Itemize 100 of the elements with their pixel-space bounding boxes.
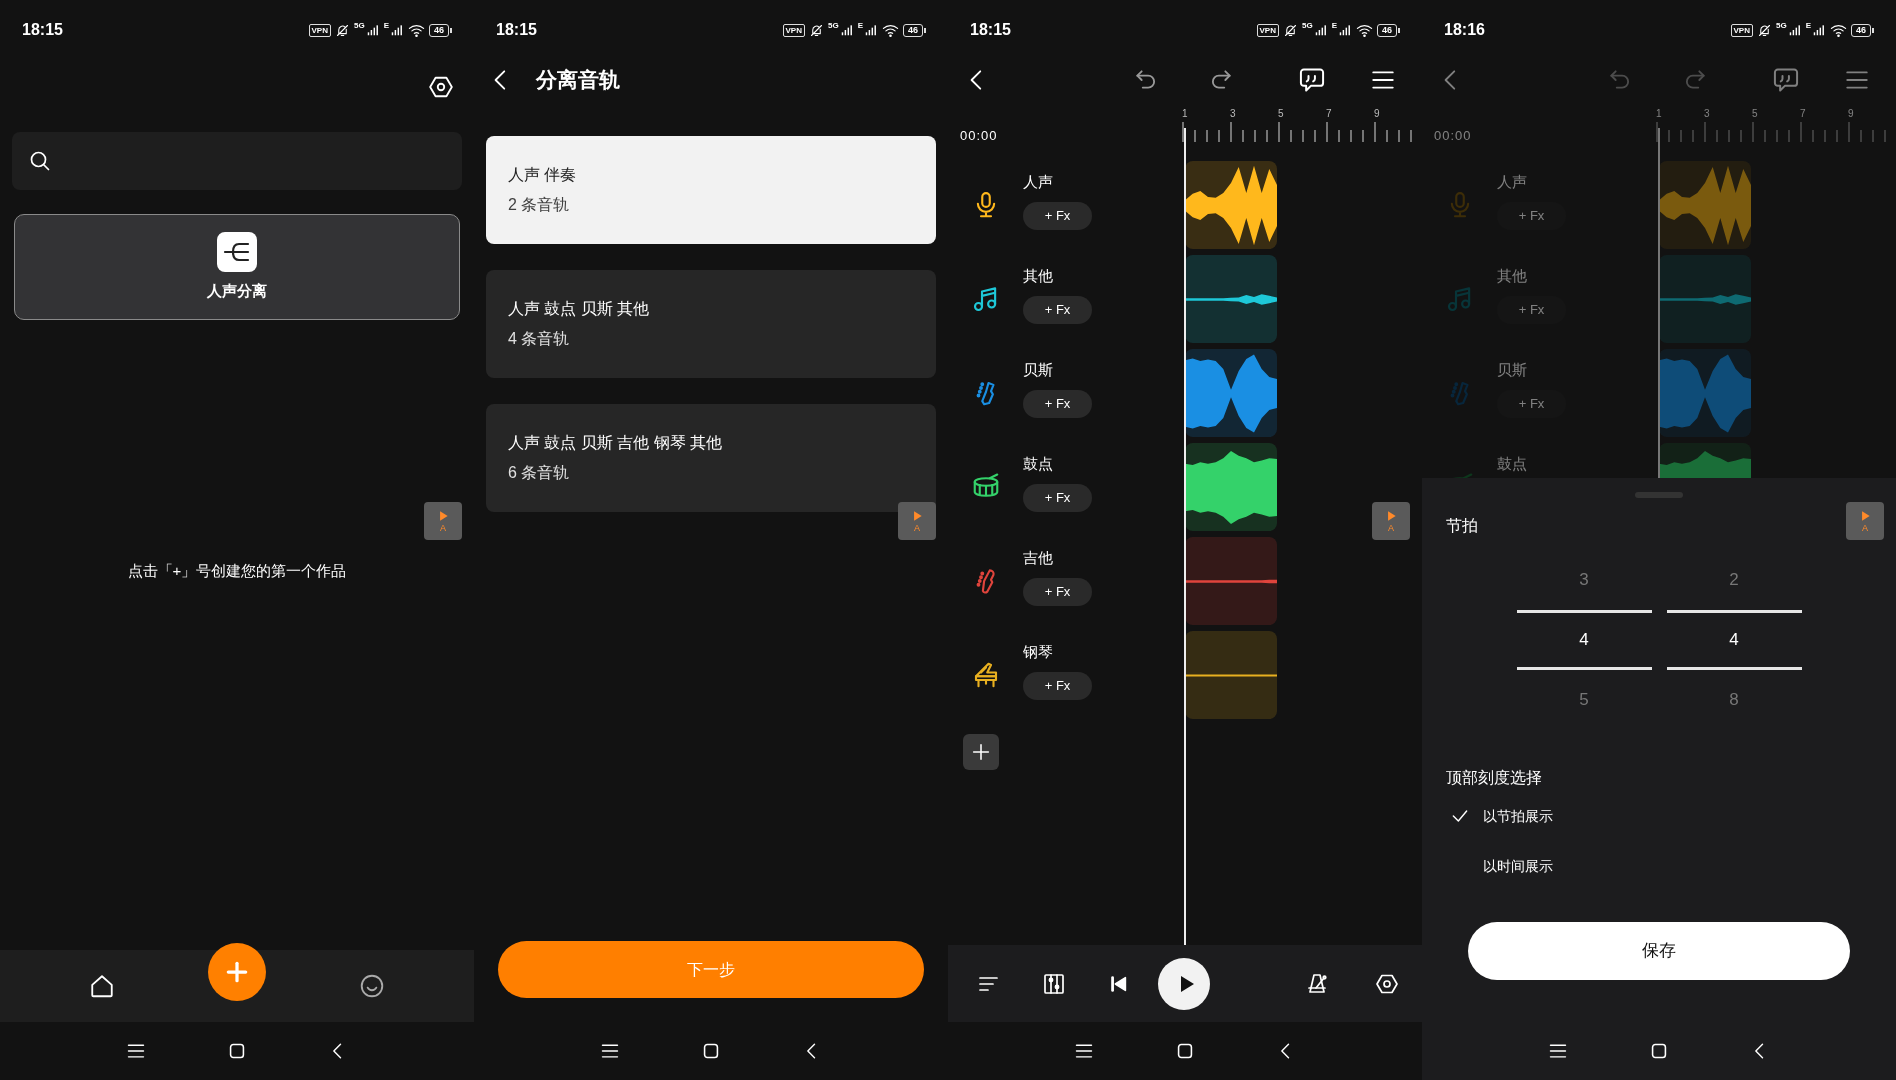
- vpn-indicator: VPN: [1730, 23, 1753, 37]
- widget-label: A: [914, 523, 920, 533]
- bell-off-icon: [1756, 22, 1772, 38]
- option-title: 人声 鼓点 贝斯 其他: [508, 299, 651, 319]
- save-button[interactable]: 保存: [1468, 922, 1850, 980]
- track-name: 贝斯: [1497, 360, 1528, 380]
- track-option-card[interactable]: 人声 鼓点 贝斯 吉他 钢琴 其他 6 条音轨: [486, 404, 936, 512]
- network-type: E: [1805, 19, 1811, 32]
- scale-option[interactable]: 以时间展示: [1422, 842, 1559, 890]
- add-button[interactable]: [208, 943, 266, 1001]
- signal-icon: [1338, 23, 1352, 37]
- widget-label: A: [1862, 523, 1868, 533]
- ruler-label: 7: [1326, 108, 1333, 120]
- smile-icon[interactable]: [359, 973, 385, 999]
- ruler-label: 7: [1800, 108, 1807, 120]
- picker-option[interactable]: 4: [1666, 610, 1802, 670]
- search-field[interactable]: [12, 132, 462, 190]
- menu-icon[interactable]: [126, 1041, 146, 1061]
- status-time: 18:15: [22, 20, 63, 40]
- tool-card[interactable]: 人声分离: [14, 214, 460, 320]
- add-fx-button[interactable]: + Fx: [1023, 484, 1092, 512]
- signal-icon: [1313, 23, 1328, 37]
- comment-icon[interactable]: [1298, 66, 1326, 94]
- menu-icon[interactable]: [600, 1041, 620, 1061]
- ruler-label: 5: [1752, 108, 1759, 120]
- scale-option[interactable]: 以节拍展示: [1422, 792, 1559, 840]
- plus-icon: [224, 959, 250, 985]
- signal-icon: [864, 23, 878, 37]
- widget-label: A: [440, 523, 446, 533]
- network-type: E: [383, 19, 389, 32]
- track-name: 人声: [1497, 172, 1528, 192]
- add-fx-button[interactable]: + Fx: [1023, 296, 1092, 324]
- network-type: 5G: [1301, 19, 1313, 32]
- status-time: 18:15: [496, 20, 537, 40]
- bell-off-icon: [808, 22, 824, 38]
- status-time: 18:16: [1444, 20, 1485, 40]
- picker-option[interactable]: 4: [1516, 610, 1652, 670]
- picker-option[interactable]: 3: [1516, 550, 1652, 610]
- track-option-card[interactable]: 人声 伴奏 2 条音轨: [486, 136, 936, 244]
- add-fx-button[interactable]: + Fx: [1023, 390, 1092, 418]
- network-type: 5G: [353, 19, 365, 32]
- battery-indicator: 46: [429, 23, 449, 37]
- mixer-icon[interactable]: [1041, 971, 1066, 996]
- search-icon: [28, 149, 52, 173]
- ruler-label: 9: [1374, 108, 1381, 120]
- ruler-label: 3: [1704, 108, 1711, 120]
- vpn-indicator: VPN: [1256, 23, 1279, 37]
- add-track-button[interactable]: [963, 734, 999, 770]
- bell-off-icon: [1282, 22, 1298, 38]
- track-name: 贝斯: [1023, 360, 1054, 380]
- plus-icon: [970, 741, 992, 763]
- ruler-label: 1: [1182, 108, 1189, 120]
- tool-label: 人声分离: [207, 280, 267, 301]
- network-type: E: [1331, 19, 1337, 32]
- signal-icon: [390, 23, 404, 37]
- signal-icon: [1787, 23, 1802, 37]
- track-name: 钢琴: [1023, 642, 1054, 662]
- section-title: 顶部刻度选择: [1446, 768, 1542, 788]
- page-title: 分离音轨: [536, 67, 620, 94]
- signal-icon: [839, 23, 854, 37]
- battery-indicator: 46: [1377, 23, 1397, 37]
- ruler-label: 5: [1278, 108, 1285, 120]
- option-title: 人声 鼓点 贝斯 吉他 钢琴 其他: [508, 433, 724, 453]
- playback-time: 00:00: [1433, 127, 1473, 145]
- picker-option[interactable]: 8: [1666, 670, 1802, 730]
- network-type: E: [857, 19, 863, 32]
- track-option-card[interactable]: 人声 鼓点 贝斯 其他 4 条音轨: [486, 270, 936, 378]
- ruler-label: 1: [1656, 108, 1663, 120]
- option-title: 人声 伴奏: [508, 165, 578, 185]
- bell-off-icon: [334, 22, 350, 38]
- picker-option[interactable]: 5: [1516, 670, 1652, 730]
- home-icon[interactable]: [89, 973, 115, 999]
- ruler-label: 3: [1230, 108, 1237, 120]
- vpn-indicator: VPN: [308, 23, 331, 37]
- widget-label: A: [1388, 523, 1394, 533]
- playback-time: 00:00: [959, 127, 999, 145]
- ruler-label: 9: [1848, 108, 1855, 120]
- settings-icon[interactable]: [428, 74, 454, 100]
- add-fx-button[interactable]: + Fx: [1023, 578, 1092, 606]
- empty-state-message: 点击「+」号创建您的第一个作品: [127, 561, 347, 581]
- battery-indicator: 46: [1851, 23, 1871, 37]
- battery-indicator: 46: [903, 23, 923, 37]
- menu-icon[interactable]: [1548, 1041, 1568, 1061]
- picker-option[interactable]: 2: [1666, 550, 1802, 610]
- track-name: 鼓点: [1497, 454, 1528, 474]
- metronome-icon[interactable]: [1305, 971, 1329, 996]
- add-fx-button[interactable]: + Fx: [1023, 672, 1092, 700]
- option-subtitle: 6 条音轨: [508, 463, 571, 483]
- status-time: 18:15: [970, 20, 1011, 40]
- option-subtitle: 2 条音轨: [508, 195, 571, 215]
- vpn-indicator: VPN: [782, 23, 805, 37]
- signal-icon: [365, 23, 380, 37]
- menu-icon[interactable]: [1074, 1041, 1094, 1061]
- track-name: 其他: [1497, 266, 1528, 286]
- track-name: 其他: [1023, 266, 1054, 286]
- track-name: 吉他: [1023, 548, 1054, 568]
- network-type: 5G: [827, 19, 839, 32]
- add-fx-button[interactable]: + Fx: [1023, 202, 1092, 230]
- network-type: 5G: [1775, 19, 1787, 32]
- separation-logo-icon: [217, 231, 257, 272]
